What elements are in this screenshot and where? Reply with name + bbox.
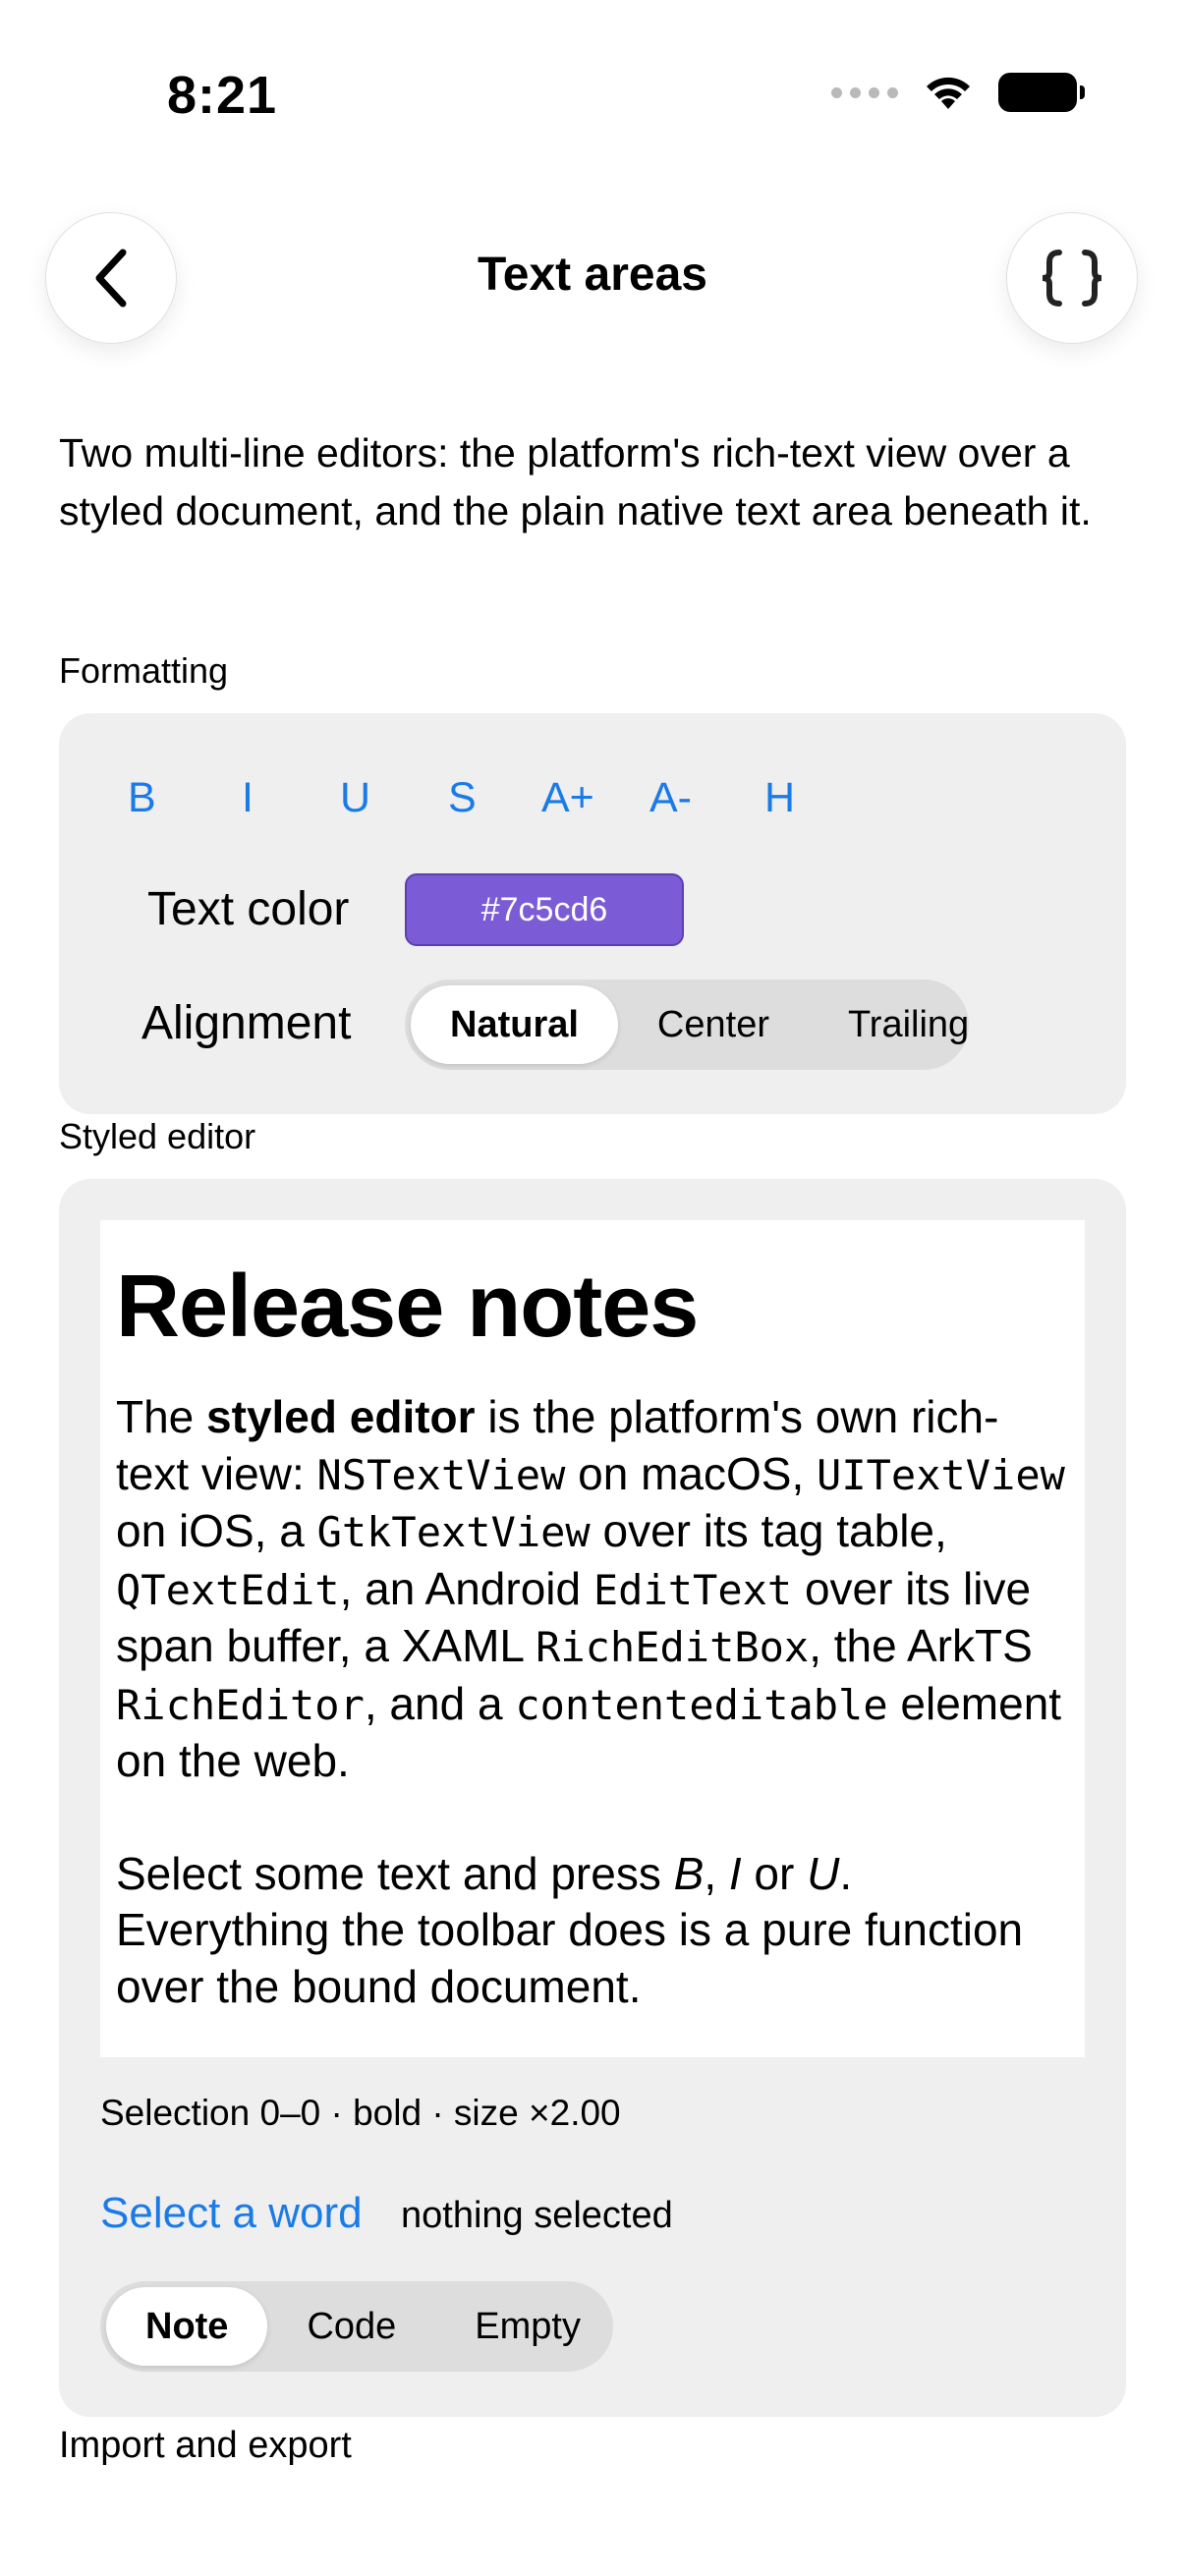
alignment-trailing-option[interactable]: Trailing <box>809 985 1008 1064</box>
formatting-label: Formatting <box>59 650 229 691</box>
selection-status: nothing selected <box>401 2195 673 2236</box>
heading-button[interactable]: H <box>764 774 795 822</box>
italic-button[interactable]: I <box>242 774 254 822</box>
strikethrough-button[interactable]: S <box>448 774 477 822</box>
editor-paragraph: The styled editor is the platform's own … <box>116 1391 1065 1786</box>
text-color-picker[interactable]: #7c5cd6 <box>405 873 684 946</box>
alignment-natural-option[interactable]: Natural <box>411 985 618 1064</box>
decrease-size-button[interactable]: A- <box>649 774 692 822</box>
text-color-label: Text color <box>147 883 350 935</box>
alignment-center-option[interactable]: Center <box>618 985 809 1064</box>
content-code-option[interactable]: Code <box>267 2287 435 2366</box>
content-empty-option[interactable]: Empty <box>435 2287 620 2366</box>
underline-button[interactable]: U <box>340 774 370 822</box>
rich-text-editor[interactable]: Release notes The styled editor is the p… <box>100 1220 1085 2057</box>
editor-paragraph: Select some text and press B, I or U. Ev… <box>116 1847 1024 2012</box>
selection-info: Selection 0–0 · bold · size ×2.00 <box>100 2093 621 2133</box>
increase-size-button[interactable]: A+ <box>541 774 594 822</box>
editor-heading: Release notes <box>116 1258 699 1356</box>
content-note-option[interactable]: Note <box>106 2287 268 2366</box>
bold-button[interactable]: B <box>128 774 156 822</box>
import-export-label: Import and export <box>59 2425 352 2466</box>
wifi-icon <box>927 77 970 109</box>
content-segmented-control: Note Code Empty <box>100 2281 613 2372</box>
styled-editor-label: Styled editor <box>59 1116 256 1156</box>
intro-text: Two multi-line editors: the platform's r… <box>59 430 1092 533</box>
status-time: 8:21 <box>167 66 278 125</box>
status-icons <box>831 73 1085 112</box>
code-view-button[interactable] <box>1006 212 1138 344</box>
braces-icon <box>1042 250 1102 307</box>
select-word-link[interactable]: Select a word <box>100 2189 363 2238</box>
alignment-segmented-control: Natural Center Trailing <box>405 980 969 1070</box>
alignment-label: Alignment <box>141 997 352 1049</box>
cellular-signal-icon <box>831 86 898 98</box>
battery-icon <box>998 73 1085 112</box>
